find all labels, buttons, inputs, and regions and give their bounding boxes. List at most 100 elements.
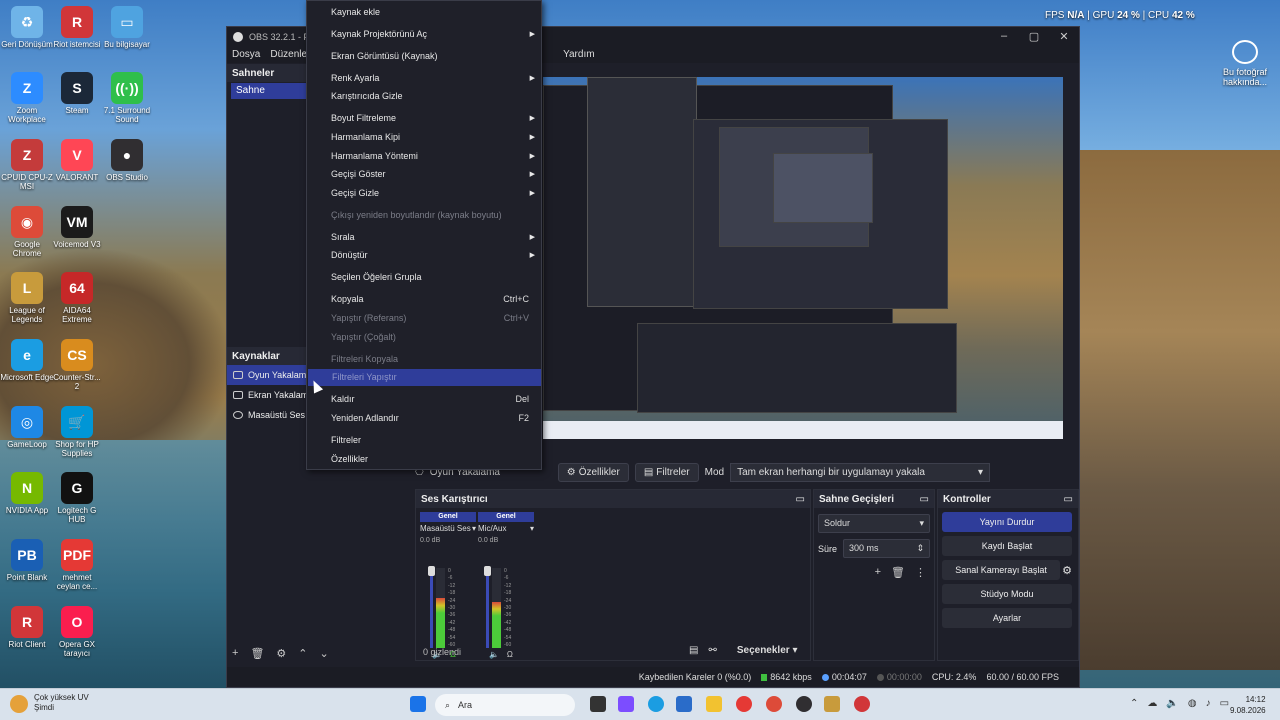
desktop-icon[interactable]: R Riot Client (0, 606, 54, 649)
start-virtual-camera-button[interactable]: Sanal Kamerayı Başlat (942, 560, 1061, 580)
properties-button[interactable]: ⚙ Özellikler (557, 462, 629, 482)
task-view-icon[interactable] (590, 696, 606, 712)
source-item[interactable]: Masaüstü Ses (227, 405, 307, 425)
context-menu-item[interactable]: Seçilen Öğeleri Grupla (307, 269, 541, 286)
add-icon[interactable]: + (875, 566, 881, 579)
add-icon[interactable]: + (232, 647, 238, 660)
arrow-down-icon[interactable]: ⌄ (320, 647, 329, 660)
photo-info[interactable]: Bu fotoğraf hakkında... (1215, 40, 1275, 87)
source-item[interactable]: Oyun Yakalama (227, 365, 307, 385)
desktop-icon[interactable]: ● OBS Studio (100, 139, 154, 182)
opera-icon[interactable] (736, 696, 752, 712)
context-menu-item[interactable]: Renk Ayarla ▶ (307, 70, 541, 87)
undock-icon[interactable]: ▭ (1064, 494, 1073, 505)
desktop-icon[interactable]: L League of Legends (0, 272, 54, 324)
trash-icon[interactable]: 🗑 (250, 647, 264, 660)
start-recording-button[interactable]: Kaydı Başlat (942, 536, 1072, 556)
preview-canvas[interactable] (543, 77, 1063, 439)
file-explorer-icon[interactable] (706, 696, 722, 712)
volume-fader[interactable] (484, 566, 491, 648)
desktop-icon[interactable]: O Opera GX tarayıcı (50, 606, 104, 658)
context-menu-item[interactable]: Geçişi Göster ▶ (307, 166, 541, 183)
headphones-icon[interactable]: Ω (507, 650, 513, 659)
transition-select[interactable]: Soldur ▾ (818, 514, 930, 533)
desktop-icon[interactable]: 64 AIDA64 Extreme (50, 272, 104, 324)
context-menu-item[interactable]: Harmanlama Kipi ▶ (307, 129, 541, 146)
context-menu-item[interactable]: Özellikler (307, 451, 541, 468)
minimize-icon[interactable]: – (989, 30, 1019, 43)
context-menu-item[interactable]: Sırala ▶ (307, 229, 541, 246)
context-menu-item[interactable]: Harmanlama Yöntemi ▶ (307, 148, 541, 165)
obs-studio-icon[interactable] (796, 696, 812, 712)
clock[interactable]: 14:12 9.08.2026 (1230, 694, 1266, 716)
scene-item[interactable]: Sahne (231, 83, 307, 99)
desktop-icon[interactable]: Z Zoom Workplace (0, 72, 54, 124)
studio-mode-button[interactable]: Stüdyo Modu (942, 584, 1072, 604)
chevron-up-icon[interactable]: ⌃ (1130, 698, 1138, 709)
riot-client-icon[interactable] (854, 696, 870, 712)
desktop-icon[interactable]: ((·)) 7.1 Surround Sound (100, 72, 154, 124)
chevron-down-icon[interactable]: ▾ (530, 524, 534, 533)
context-menu-item[interactable]: Filtreler (307, 432, 541, 449)
mode-select[interactable]: Tam ekran herhangi bir uygulamayı yakala… (730, 462, 991, 482)
close-icon[interactable]: ✕ (1049, 30, 1079, 43)
context-menu-item[interactable]: Yeniden Adlandır F2 (307, 410, 541, 427)
maximize-icon[interactable]: ▢ (1019, 30, 1049, 43)
speaker-icon[interactable]: 🔈 (489, 650, 499, 659)
desktop-icon[interactable]: R Riot istemcisi (50, 6, 104, 49)
desktop-icon[interactable]: Z CPUID CPU-Z MSI (0, 139, 54, 191)
desktop-icon[interactable]: e Microsoft Edge (0, 339, 54, 382)
gear-icon[interactable]: ⚙ (276, 647, 286, 660)
battery-icon[interactable]: ▭ (1220, 698, 1229, 709)
context-menu-item[interactable]: Boyut Filtreleme ▶ (307, 110, 541, 127)
more-icon[interactable]: ⋮ (915, 566, 926, 579)
context-menu-item[interactable]: Dönüştür ▶ (307, 247, 541, 264)
fader-knob[interactable] (484, 566, 491, 576)
menu-help[interactable]: Yardım (558, 49, 600, 60)
settings-button[interactable]: Ayarlar (942, 608, 1072, 628)
filters-button[interactable]: ▤ Filtreler (634, 462, 699, 482)
link-icon[interactable]: ⚯ (708, 645, 716, 656)
duration-input[interactable]: 300 ms ⇕ (843, 539, 930, 558)
arrow-up-icon[interactable]: ⌃ (298, 647, 307, 660)
desktop-icon[interactable]: ◎ GameLoop (0, 406, 54, 449)
trash-icon[interactable]: 🗑 (891, 566, 905, 579)
speaker-icon[interactable]: 🔈 (1166, 698, 1178, 709)
source-item[interactable]: Ekran Yakalama (227, 385, 307, 405)
store-icon[interactable] (676, 696, 692, 712)
fader-knob[interactable] (428, 566, 435, 576)
copilot-icon[interactable] (618, 696, 634, 712)
context-menu-item[interactable]: Kaynak Projektörünü Aç ▶ (307, 26, 541, 43)
network-icon[interactable]: ◍ (1188, 698, 1197, 709)
desktop-icon[interactable]: PB Point Blank (0, 539, 54, 582)
chrome-icon[interactable] (766, 696, 782, 712)
edge-icon[interactable] (648, 696, 664, 712)
desktop-icon[interactable]: V VALORANT (50, 139, 104, 182)
desktop-icon[interactable]: ▭ Bu bilgisayar (100, 6, 154, 49)
desktop-icon[interactable]: S Steam (50, 72, 104, 115)
options-button[interactable]: Seçenekler ▾ (737, 645, 798, 656)
cloud-icon[interactable]: ☁ (1147, 698, 1157, 709)
volume-fader[interactable] (428, 566, 435, 648)
context-menu-item[interactable]: Kopyala Ctrl+C (307, 291, 541, 308)
desktop-icon[interactable]: ◉ Google Chrome (0, 206, 54, 258)
weather-widget[interactable]: Çok yüksek UV Şimdi (10, 693, 89, 713)
volume-icon[interactable]: ♪ (1206, 698, 1211, 709)
undock-icon[interactable]: ▭ (920, 494, 929, 505)
menu-file[interactable]: Dosya (227, 49, 265, 60)
league-icon[interactable] (824, 696, 840, 712)
context-menu-item[interactable]: Kaldır Del (307, 391, 541, 408)
context-menu-item[interactable]: Ekran Görüntüsü (Kaynak) (307, 48, 541, 65)
taskbar-search[interactable]: ⌕ Ara (435, 694, 575, 716)
layout-icon[interactable]: ▤ (689, 645, 698, 656)
context-menu-item[interactable]: Geçişi Gizle ▶ (307, 185, 541, 202)
desktop-icon[interactable]: G Logitech G HUB (50, 472, 104, 524)
start-icon[interactable] (410, 696, 426, 712)
context-menu-item[interactable]: Kaynak ekle (307, 4, 541, 21)
gear-icon[interactable]: ⚙ (1062, 564, 1072, 577)
desktop-icon[interactable]: PDF mehmet ceylan ce... (50, 539, 104, 591)
context-menu-item[interactable]: Karıştırıcıda Gizle (307, 88, 541, 105)
undock-icon[interactable]: ▭ (796, 494, 805, 505)
desktop-icon[interactable]: 🛒 Shop for HP Supplies (50, 406, 104, 458)
stop-stream-button[interactable]: Yayını Durdur (942, 512, 1072, 532)
